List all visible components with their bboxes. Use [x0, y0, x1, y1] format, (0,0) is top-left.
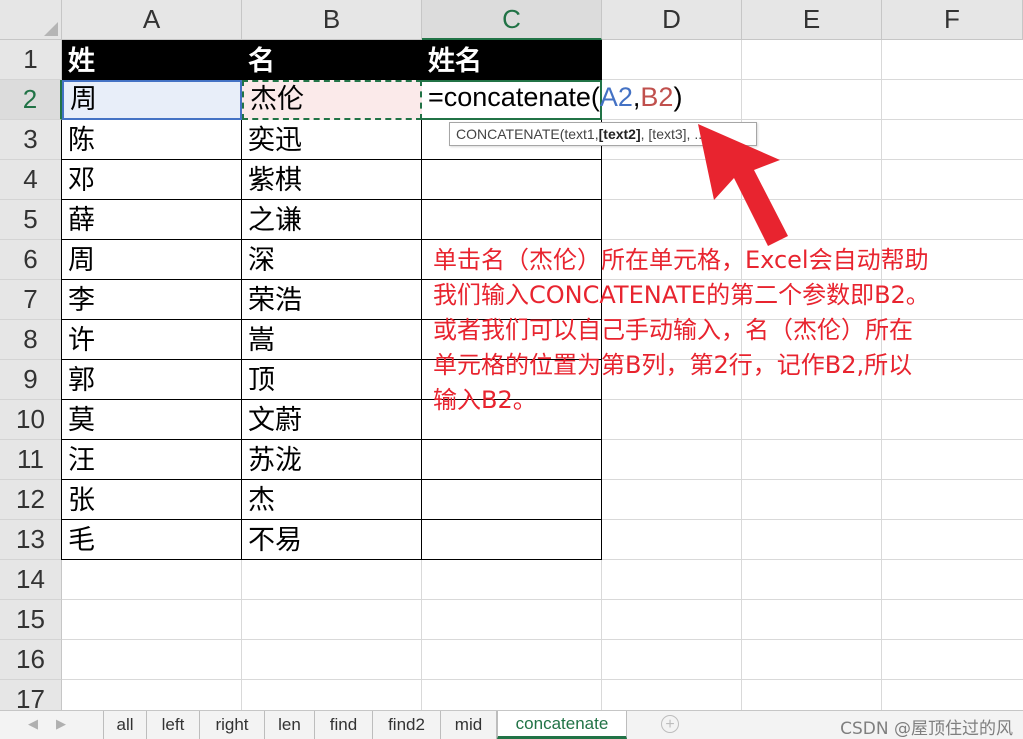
cell-c13[interactable] [422, 520, 602, 560]
tab-find[interactable]: find [315, 711, 373, 739]
row-header-15[interactable]: 15 [0, 600, 62, 640]
cell-a1[interactable]: 姓 [62, 40, 242, 80]
cell-c1[interactable]: 姓名 [422, 40, 602, 80]
row-header-5[interactable]: 5 [0, 200, 62, 240]
row-header-6[interactable]: 6 [0, 240, 62, 280]
column-header-a[interactable]: A [62, 0, 242, 40]
annotation-arrow-icon [698, 124, 788, 246]
row-header-16[interactable]: 16 [0, 640, 62, 680]
row-header-1[interactable]: 1 [0, 40, 62, 80]
cell-a13[interactable]: 毛 [62, 520, 242, 560]
cell-a2[interactable]: 周 [62, 80, 242, 120]
cell-a8[interactable]: 许 [62, 320, 242, 360]
row-header-17[interactable]: 17 [0, 680, 62, 710]
column-header-f[interactable]: F [882, 0, 1023, 40]
row-header-12[interactable]: 12 [0, 480, 62, 520]
cell-b10[interactable]: 文蔚 [242, 400, 422, 440]
cell-c2-formula[interactable]: =concatenate(A2,B2) [428, 82, 682, 113]
cell-c5[interactable] [422, 200, 602, 240]
cell-b5[interactable]: 之谦 [242, 200, 422, 240]
cell-b4[interactable]: 紫棋 [242, 160, 422, 200]
formula-prefix: =concatenate( [428, 82, 600, 112]
column-header-e[interactable]: E [742, 0, 882, 40]
row-header-3[interactable]: 3 [0, 120, 62, 160]
cell-a9[interactable]: 郭 [62, 360, 242, 400]
cell-a11[interactable]: 汪 [62, 440, 242, 480]
annotation-text: 单击名（杰伦）所在单元格，Excel会自动帮助 我们输入CONCATENATE的… [433, 243, 1003, 418]
cell-b11[interactable]: 苏泷 [242, 440, 422, 480]
sheet-tab-bar: ◀ ▶ all left right len find find2 mid co… [0, 710, 1023, 739]
cell-b13[interactable]: 不易 [242, 520, 422, 560]
cell-a3[interactable]: 陈 [62, 120, 242, 160]
tooltip-current-arg: [text2] [598, 126, 641, 142]
cell-a4[interactable]: 邓 [62, 160, 242, 200]
column-header-b[interactable]: B [242, 0, 422, 40]
annotation-line: 单元格的位置为第B列，第2行，记作B2,所以 [433, 351, 913, 379]
tab-concatenate[interactable]: concatenate [497, 711, 627, 739]
cell-b2[interactable]: 杰伦 [242, 80, 422, 120]
watermark: CSDN @屋顶住过的风 [840, 719, 1013, 739]
cell-b1[interactable]: 名 [242, 40, 422, 80]
cell-b9[interactable]: 顶 [242, 360, 422, 400]
add-sheet-icon[interactable]: + [661, 715, 679, 733]
row-header-9[interactable]: 9 [0, 360, 62, 400]
tab-all[interactable]: all [103, 711, 147, 739]
tab-find2[interactable]: find2 [373, 711, 441, 739]
column-header-d[interactable]: D [602, 0, 742, 40]
row-header-13[interactable]: 13 [0, 520, 62, 560]
row-header-11[interactable]: 11 [0, 440, 62, 480]
cell-c4[interactable] [422, 160, 602, 200]
row-header-4[interactable]: 4 [0, 160, 62, 200]
column-header-c[interactable]: C [422, 0, 602, 40]
cell-a6[interactable]: 周 [62, 240, 242, 280]
formula-suffix: ) [673, 82, 683, 112]
cell-a7[interactable]: 李 [62, 280, 242, 320]
select-all-corner[interactable] [0, 0, 62, 40]
annotation-line: 我们输入CONCATENATE的第二个参数即B2。 [433, 281, 930, 309]
tab-len[interactable]: len [265, 711, 315, 739]
spreadsheet-grid[interactable]: A B C D E F 1 2 3 4 5 6 7 8 9 10 11 12 1… [0, 0, 1023, 710]
tab-right[interactable]: right [200, 711, 265, 739]
cell-c12[interactable] [422, 480, 602, 520]
cell-c11[interactable] [422, 440, 602, 480]
formula-ref-b2: B2 [640, 82, 674, 112]
tab-scroll-right-icon[interactable]: ▶ [56, 716, 66, 732]
cell-b8[interactable]: 嵩 [242, 320, 422, 360]
row-header-7[interactable]: 7 [0, 280, 62, 320]
cell-b12[interactable]: 杰 [242, 480, 422, 520]
row-header-14[interactable]: 14 [0, 560, 62, 600]
tooltip-func: CONCATENATE(text1, [456, 126, 599, 142]
cell-b6[interactable]: 深 [242, 240, 422, 280]
tab-scroll-left-icon[interactable]: ◀ [28, 716, 38, 732]
cell-a10[interactable]: 莫 [62, 400, 242, 440]
tab-mid[interactable]: mid [441, 711, 497, 739]
cell-b7[interactable]: 荣浩 [242, 280, 422, 320]
row-header-8[interactable]: 8 [0, 320, 62, 360]
cell-a12[interactable]: 张 [62, 480, 242, 520]
formula-ref-a2: A2 [599, 82, 633, 112]
row-header-2[interactable]: 2 [0, 80, 62, 120]
annotation-line: 单击名（杰伦）所在单元格，Excel会自动帮助 [433, 246, 929, 274]
cell-a5[interactable]: 薛 [62, 200, 242, 240]
cell-b3[interactable]: 奕迅 [242, 120, 422, 160]
annotation-line: 输入B2。 [433, 386, 537, 414]
tab-left[interactable]: left [147, 711, 200, 739]
row-header-10[interactable]: 10 [0, 400, 62, 440]
annotation-line: 或者我们可以自己手动输入，名（杰伦）所在 [433, 316, 913, 344]
